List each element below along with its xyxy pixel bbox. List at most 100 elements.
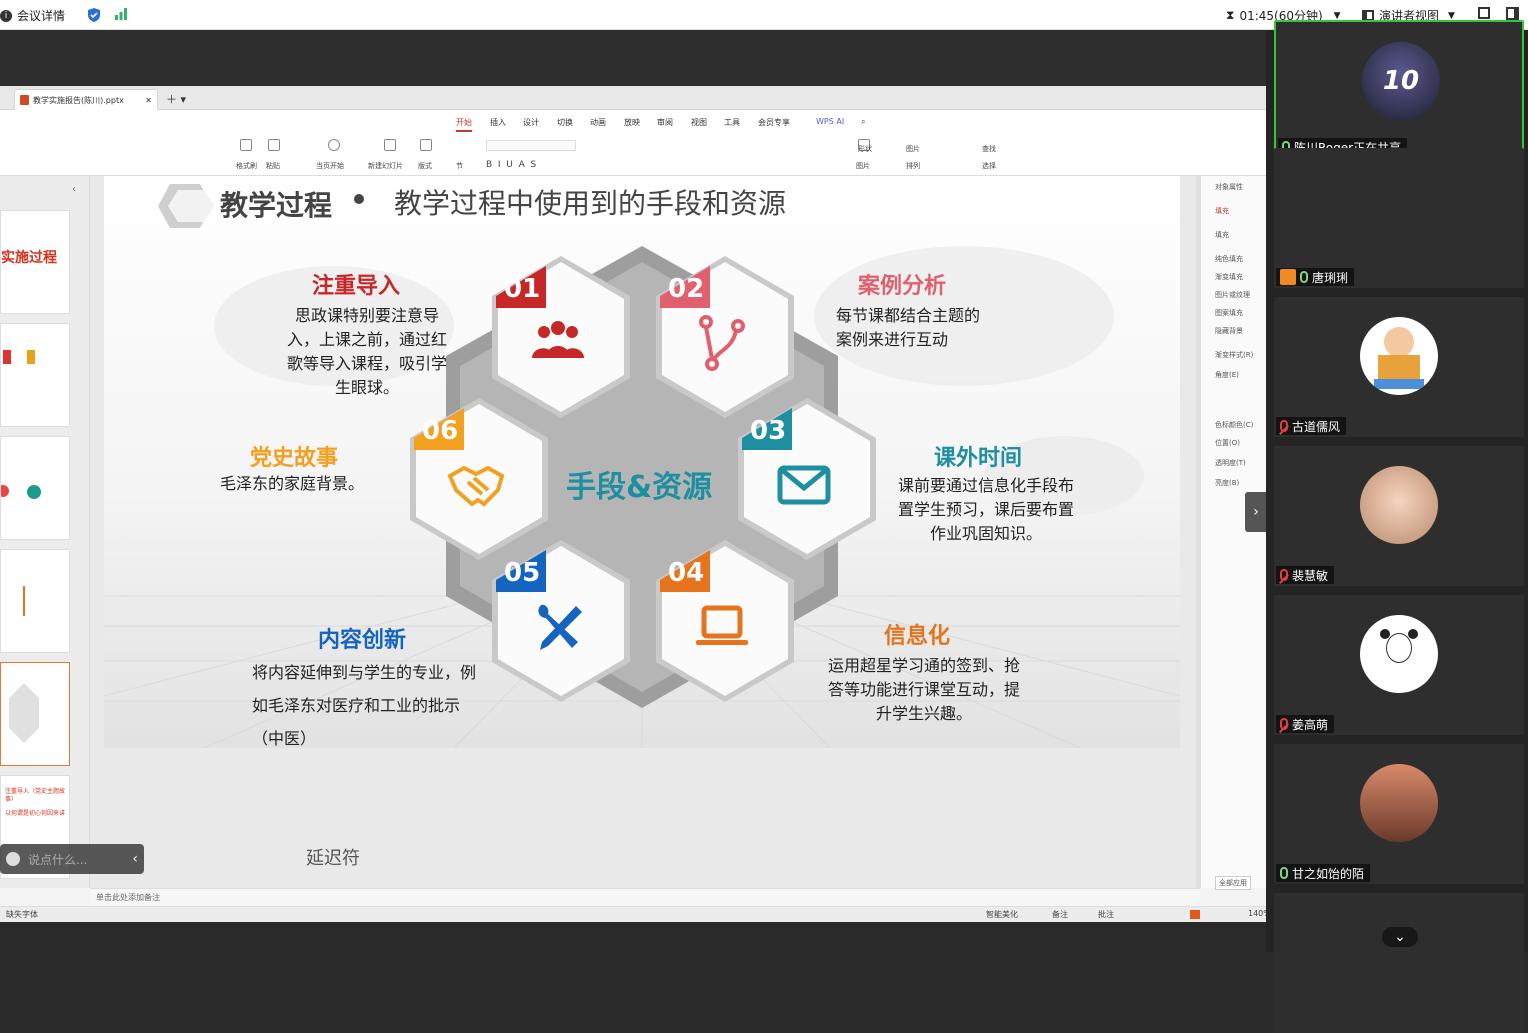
meeting-info-button[interactable]: i 会议详情: [0, 7, 65, 24]
sidebar-toggle-icon[interactable]: [1506, 7, 1519, 20]
doc-tab[interactable]: 教学实施报告(陈川).pptx ✕: [14, 89, 158, 110]
props-option[interactable]: 隐藏背景: [1215, 326, 1243, 336]
slide-canvas: 教学过程 教学过程中使用到的手段和资源 01 02 03 04 05 06 手段…: [0, 176, 1200, 888]
tab-design[interactable]: 设计: [523, 117, 539, 128]
tools-icon: [528, 598, 588, 658]
participant-name-bar: 姜高萌: [1276, 715, 1335, 733]
participant-tile[interactable]: 古道儒风: [1274, 297, 1524, 437]
handshake-icon: [446, 456, 506, 516]
tab-insert[interactable]: 插入: [490, 117, 506, 128]
slide-thumbnail[interactable]: [0, 549, 70, 653]
center-label: 手段&资源: [566, 470, 713, 505]
comments-button[interactable]: 批注: [1098, 909, 1114, 920]
section-body-01: 思政课特别要注意导入，上课之前，通过红歌等导入课程，吸引学生眼球。: [286, 306, 447, 397]
font-family-select[interactable]: [486, 140, 576, 151]
wps-ai-button[interactable]: WPS AI: [816, 117, 844, 126]
ribbon-label: 粘贴: [266, 162, 280, 170]
ribbon-label: 格式刷: [236, 162, 257, 170]
mic-muted-icon: [1280, 420, 1288, 432]
section-title-05: 内容创新: [318, 628, 407, 653]
paste-icon[interactable]: [268, 139, 280, 151]
hourglass-icon: ⧗: [1226, 8, 1235, 22]
tab-home[interactable]: 开始: [456, 117, 472, 132]
avatar: [1360, 615, 1438, 693]
layout-icon[interactable]: [420, 139, 432, 151]
tab-review[interactable]: 审阅: [657, 117, 673, 128]
props-option[interactable]: 渐变填充: [1215, 272, 1243, 282]
font-style-buttons[interactable]: B I U A S: [486, 160, 536, 170]
participant-tile[interactable]: 10陈川Roger正在共享: [1274, 20, 1524, 160]
collapse-panel-icon[interactable]: ‹: [72, 184, 76, 195]
fullscreen-icon[interactable]: [1478, 7, 1490, 19]
thumb-text: 注重导入（党史主题故事）: [5, 788, 66, 803]
chevron-left-icon[interactable]: ‹: [132, 851, 138, 867]
participant-tile[interactable]: 姜高萌: [1274, 595, 1524, 735]
avatar: 10: [1362, 42, 1440, 120]
tab-member[interactable]: 会员专享: [758, 117, 790, 128]
tab-animation[interactable]: 动画: [590, 117, 606, 128]
participant-tile[interactable]: ⌄: [1274, 893, 1524, 1033]
mic-muted-icon: [1280, 569, 1288, 581]
thumb-shape: [27, 485, 41, 499]
props-field: 亮度(B): [1215, 479, 1240, 487]
ribbon-label: 当页开始: [316, 162, 344, 170]
participant-name: 姜高萌: [1292, 717, 1329, 732]
slide-thumbnails: 实施过程 注重导入（党史主题故事） 以何谓是初心何因来讲 ‹: [0, 176, 90, 888]
chevron-down-icon[interactable]: ⌄: [1382, 927, 1418, 947]
participant-name-bar: 裴慧敏: [1276, 566, 1335, 584]
tab-transition[interactable]: 切换: [557, 117, 573, 128]
play-icon[interactable]: [328, 139, 340, 151]
emoji-icon[interactable]: [6, 852, 20, 866]
slide-title: 教学过程: [220, 189, 333, 222]
participant-name: 裴慧敏: [1292, 568, 1329, 583]
section-title-06: 党史故事: [250, 446, 339, 471]
thumb-title: 实施过程: [1, 250, 57, 266]
slide[interactable]: 教学过程 教学过程中使用到的手段和资源 01 02 03 04 05 06 手段…: [104, 176, 1180, 748]
slide-thumbnail-active[interactable]: [0, 662, 70, 766]
wps-window: 教学实施报告(陈川).pptx ✕ ＋ ▾ 开始 插入 设计 切换 动画 放映 …: [0, 86, 1271, 922]
smart-beautify-button[interactable]: 智能美化: [986, 909, 1018, 920]
hex-number-04: 04: [668, 558, 705, 588]
section-body-06: 毛泽东的家庭背景。: [220, 474, 365, 493]
thumb-text: 以何谓是初心何因来讲: [5, 810, 66, 817]
ribbon-label: 新建幻灯片: [368, 162, 403, 170]
thumb-shape: [9, 683, 39, 743]
tab-tools[interactable]: 工具: [724, 117, 740, 128]
slideshow-play-icon[interactable]: [1190, 910, 1200, 919]
participant-name: 甘之如饴的陌: [1292, 866, 1365, 881]
props-option[interactable]: 纯色填充: [1215, 254, 1243, 264]
participants-sidebar: 10陈川Roger正在共享唐琍琍古道儒风裴慧敏姜高萌甘之如饴的陌 ⌄: [1266, 20, 1528, 1033]
tab-slideshow[interactable]: 放映: [624, 117, 640, 128]
chat-input[interactable]: 说点什么... ‹: [0, 844, 144, 874]
apply-all-button[interactable]: 全部应用: [1215, 876, 1251, 890]
props-option[interactable]: 图案填充: [1215, 308, 1243, 318]
status-bar: 缺失字体 智能美化 备注 批注 140%: [0, 906, 1271, 922]
participant-tile[interactable]: 甘之如饴的陌: [1274, 744, 1524, 884]
notes-button[interactable]: 备注: [1052, 909, 1068, 920]
avatar: [1360, 466, 1438, 544]
chat-placeholder: 说点什么...: [28, 852, 88, 867]
object-properties-panel: 对象属性 填充 填充 纯色填充 渐变填充 图片或纹理 图案填充 隐藏背景 渐变样…: [1200, 176, 1267, 890]
slide-thumbnail[interactable]: [0, 436, 70, 540]
branch-icon: [692, 314, 752, 374]
missing-font-label[interactable]: 缺失字体: [6, 909, 38, 920]
participant-tile[interactable]: 唐琍琍: [1274, 148, 1524, 288]
slide-thumbnail[interactable]: [0, 323, 70, 427]
participant-tile[interactable]: 裴慧敏: [1274, 446, 1524, 586]
chevron-right-icon[interactable]: ›: [1245, 492, 1267, 532]
caption-text: 延迟符: [306, 848, 360, 869]
props-tab[interactable]: 填充: [1215, 206, 1229, 216]
tab-view[interactable]: 视图: [691, 117, 707, 128]
add-tab-icon[interactable]: ＋ ▾: [166, 91, 186, 107]
notes-pane[interactable]: 单击此处添加备注: [90, 888, 1200, 906]
hex-number-01: 01: [504, 274, 541, 304]
signal-icon[interactable]: [114, 7, 128, 21]
format-painter-icon[interactable]: [240, 139, 252, 151]
new-slide-icon[interactable]: [384, 139, 396, 151]
participant-name-bar: 唐琍琍: [1276, 268, 1355, 286]
slide-thumbnail[interactable]: 实施过程: [0, 210, 70, 314]
props-option[interactable]: 图片或纹理: [1215, 290, 1250, 300]
search-icon[interactable]: ⌕: [861, 117, 865, 127]
security-shield-icon[interactable]: [86, 7, 102, 23]
close-icon[interactable]: ✕: [145, 96, 152, 105]
